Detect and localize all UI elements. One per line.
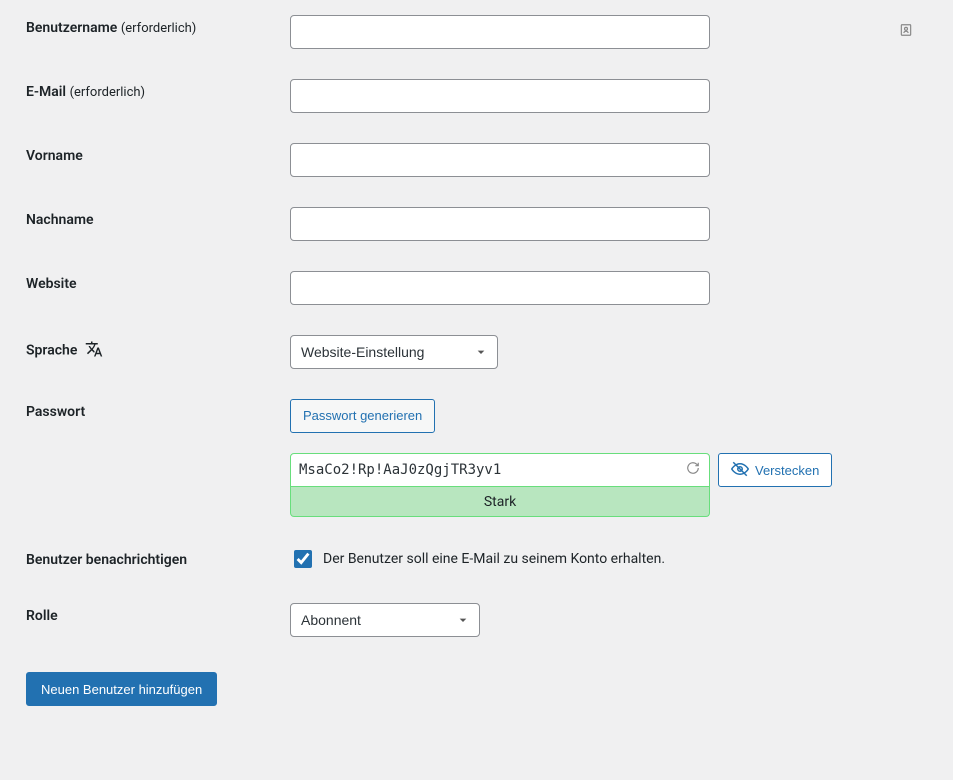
label-password: Passwort — [20, 384, 280, 532]
submit-row: Neuen Benutzer hinzufügen — [20, 652, 933, 716]
row-username: Benutzername (erforderlich) — [20, 0, 933, 64]
contact-card-icon — [899, 23, 913, 41]
eye-slash-icon — [731, 460, 749, 481]
email-input[interactable] — [290, 79, 710, 113]
website-input[interactable] — [290, 271, 710, 305]
label-email: E-Mail (erforderlich) — [20, 64, 280, 128]
form-table: Benutzername (erforderlich) E-Mail (erfo… — [20, 0, 933, 652]
password-input[interactable] — [290, 453, 710, 487]
row-email: E-Mail (erforderlich) — [20, 64, 933, 128]
label-lastname: Nachname — [20, 192, 280, 256]
add-user-form: Benutzername (erforderlich) E-Mail (erfo… — [0, 0, 953, 736]
required-marker: (erforderlich) — [70, 85, 146, 100]
row-language: Sprache Website-Einstellung — [20, 320, 933, 384]
label-notify: Benutzer benachrichtigen — [20, 532, 280, 588]
label-firstname: Vorname — [20, 128, 280, 192]
hide-password-button[interactable]: Verstecken — [718, 453, 832, 487]
label-website: Website — [20, 256, 280, 320]
password-strength-meter: Stark — [290, 487, 710, 517]
row-firstname: Vorname — [20, 128, 933, 192]
lastname-input[interactable] — [290, 207, 710, 241]
label-language: Sprache — [20, 320, 280, 384]
notify-checkbox[interactable] — [294, 550, 312, 568]
row-password: Passwort Passwort generieren — [20, 384, 933, 532]
role-select[interactable]: Abonnent — [290, 603, 480, 637]
add-user-button[interactable]: Neuen Benutzer hinzufügen — [26, 672, 217, 706]
translate-icon — [85, 340, 103, 362]
row-lastname: Nachname — [20, 192, 933, 256]
row-website: Website — [20, 256, 933, 320]
language-select[interactable]: Website-Einstellung — [290, 335, 498, 369]
required-marker: (erforderlich) — [121, 21, 197, 36]
firstname-input[interactable] — [290, 143, 710, 177]
label-username: Benutzername (erforderlich) — [20, 0, 280, 64]
generate-password-button[interactable]: Passwort generieren — [290, 399, 435, 433]
notify-text: Der Benutzer soll eine E-Mail zu seinem … — [323, 551, 665, 567]
label-role: Rolle — [20, 588, 280, 652]
row-role: Rolle Abonnent — [20, 588, 933, 652]
username-input[interactable] — [290, 15, 710, 49]
notify-checkbox-label[interactable]: Der Benutzer soll eine E-Mail zu seinem … — [290, 547, 923, 571]
row-notify: Benutzer benachrichtigen Der Benutzer so… — [20, 532, 933, 588]
